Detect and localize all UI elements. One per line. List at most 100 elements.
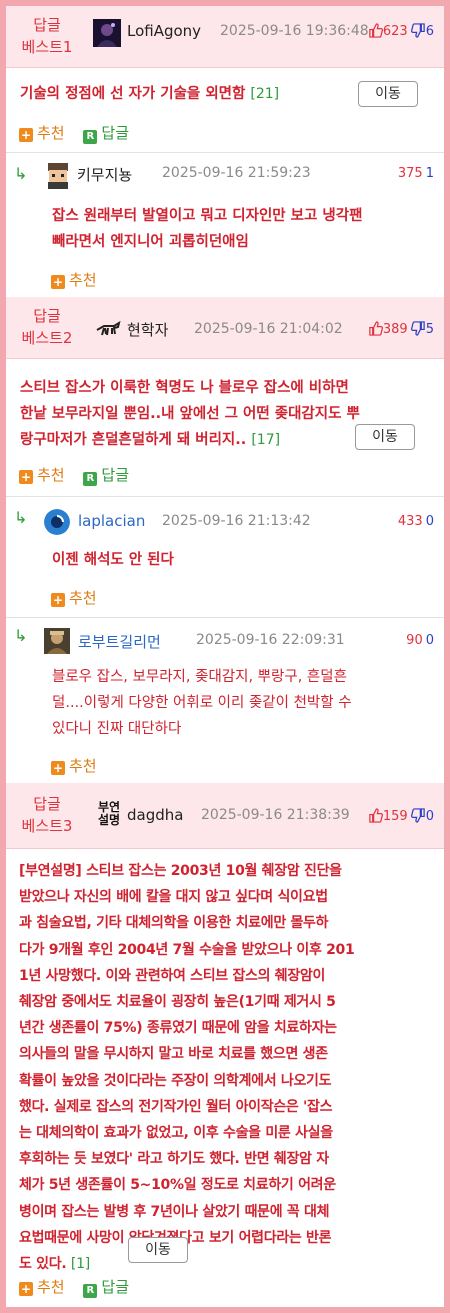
post-date: 2025-09-16 22:09:31 xyxy=(196,632,345,648)
upvote-count[interactable]: 389 xyxy=(368,321,408,337)
recommend-button[interactable]: + 추천 xyxy=(19,466,65,484)
post-date: 2025-09-16 21:04:02 xyxy=(194,321,343,337)
reply1-actions: + 추천 xyxy=(51,269,97,290)
reply-arrow-icon: ↳ xyxy=(14,626,28,645)
move-button[interactable]: 이동 xyxy=(128,1237,188,1263)
vote-counts: 623 6 xyxy=(368,23,434,39)
upvote-count[interactable]: 159 xyxy=(368,808,408,824)
plus-icon: + xyxy=(19,128,33,142)
best1-rank-badge: 답글 베스트1 xyxy=(14,14,80,58)
best3-header: 답글 베스트3 부연 설명 dagdha 2025-09-16 21:38:39… xyxy=(6,783,444,849)
avatar[interactable]: 부연 설명 xyxy=(94,801,124,831)
plus-icon: + xyxy=(19,1282,33,1296)
rank-line-2: 베스트2 xyxy=(21,329,73,347)
best1-actions: + 추천 R 답글 xyxy=(19,122,129,144)
comment-line: 1년 사망했다. 이와 관련하여 스티브 잡스의 췌장암이 xyxy=(19,967,326,984)
comment-count: [1] xyxy=(70,1256,90,1273)
best3-actions: + 추천 R 답글 xyxy=(19,1276,129,1298)
avatar[interactable] xyxy=(44,509,70,535)
post-date: 2025-09-16 21:13:42 xyxy=(162,513,311,529)
avatar[interactable] xyxy=(44,161,72,189)
upvote-count[interactable]: 375 xyxy=(398,166,423,181)
thumbs-up-icon xyxy=(369,321,383,336)
post-date: 2025-09-16 21:38:39 xyxy=(201,807,350,823)
post-date: 2025-09-16 21:59:23 xyxy=(162,165,311,181)
comment-count: [17] xyxy=(251,432,281,448)
plus-icon: + xyxy=(19,470,33,484)
comment-line: 이젠 해석도 안 된다 xyxy=(52,552,174,568)
comment-line: 받았으나 자신의 배에 칼을 대지 않고 싶다며 식이요법 xyxy=(19,889,328,906)
comment-line: [부연설명] 스티브 잡스는 2003년 10월 췌장암 진단을 xyxy=(19,863,342,879)
reply2-body: 이젠 해석도 안 된다 xyxy=(52,547,442,573)
downvote-count[interactable]: 1 xyxy=(426,166,434,181)
reply-arrow-icon: ↳ xyxy=(14,164,28,183)
username[interactable]: dagdha xyxy=(127,806,183,824)
rank-line-1: 답글 xyxy=(33,307,61,325)
vote-counts: 433 0 xyxy=(398,514,434,529)
plus-icon: + xyxy=(51,593,65,607)
reply-button[interactable]: R 답글 xyxy=(83,466,129,486)
recommend-button[interactable]: + 추천 xyxy=(19,1278,65,1296)
comment-line: 다가 9개월 후인 2004년 7월 수술을 받았으나 이후 201 xyxy=(19,941,355,958)
upvote-count[interactable]: 623 xyxy=(368,23,408,39)
reply-button[interactable]: R 답글 xyxy=(83,124,129,144)
username[interactable]: 로부트길리먼 xyxy=(78,631,161,652)
plus-icon: + xyxy=(51,275,65,289)
reply-arrow-icon: ↳ xyxy=(14,508,28,527)
comment-line: 잡스 원래부터 발열이고 뭐고 디자인만 보고 냉각팬 xyxy=(52,208,363,224)
best2-actions: + 추천 R 답글 xyxy=(19,464,129,486)
comment-line: 의사들의 말을 무시하지 말고 바로 치료를 했으면 생존 xyxy=(19,1046,328,1063)
comment-line: 과 침술요법, 기타 대체의학을 이용한 치료에만 몰두하 xyxy=(19,915,329,932)
avatar[interactable] xyxy=(94,314,122,342)
rank-line-2: 베스트1 xyxy=(21,38,73,56)
recommend-button[interactable]: + 추천 xyxy=(51,757,97,775)
avatar[interactable] xyxy=(93,19,121,47)
downvote-count[interactable]: 0 xyxy=(426,633,434,648)
post-date: 2025-09-16 19:36:48 xyxy=(220,23,369,39)
upvote-count[interactable]: 90 xyxy=(406,633,423,648)
vote-counts: 389 5 xyxy=(368,321,434,337)
divider xyxy=(6,496,444,497)
comment-line: 체가 5년 생존률이 5~10%일 정도로 치료하기 어려운 xyxy=(19,1177,336,1194)
avatar[interactable] xyxy=(44,628,70,654)
comment-count: [21] xyxy=(250,86,280,102)
rank-line-2: 베스트3 xyxy=(21,817,73,835)
downvote-count[interactable]: 0 xyxy=(410,808,434,824)
username[interactable]: 현학자 xyxy=(127,319,168,340)
recommend-button[interactable]: + 추천 xyxy=(19,124,65,142)
comment-line: 년간 생존률이 75%) 종류였기 때문에 암을 치료하자는 xyxy=(19,1020,337,1037)
best2-rank-badge: 답글 베스트2 xyxy=(14,305,80,349)
username[interactable]: LofiAgony xyxy=(127,22,201,40)
comment-list: 답글 베스트1 LofiAgony 2025-09-16 19:36:48 62… xyxy=(6,6,444,1307)
thumbs-down-icon xyxy=(410,808,425,823)
reply-button[interactable]: R 답글 xyxy=(83,1278,129,1298)
upvote-count[interactable]: 433 xyxy=(398,514,423,529)
downvote-count[interactable]: 0 xyxy=(426,514,434,529)
rank-line-1: 답글 xyxy=(33,795,61,813)
move-button[interactable]: 이동 xyxy=(355,424,415,450)
comment-line: 스티브 잡스가 이룩한 혁명도 나 블로우 잡스에 비하면 xyxy=(20,380,349,396)
reply2-actions: + 추천 xyxy=(51,587,97,608)
comment-line: 랑구마저가 흔덜흔덜하게 돼 버리지.. xyxy=(20,432,247,448)
comment-text: 기술의 정점에 선 자가 기술을 외면함 xyxy=(20,86,246,102)
divider xyxy=(6,617,444,618)
reply3-actions: + 추천 xyxy=(51,755,97,776)
reply3-body: 블로우 잡스, 보무라지, 좆대감지, 뿌랑구, 흔덜흔 덜....이렇게 다양… xyxy=(52,664,442,742)
plus-icon: + xyxy=(51,761,65,775)
comment-line: 있다니 진짜 대단하다 xyxy=(52,721,182,737)
reply2-header: ↳ laplacian 2025-09-16 21:13:42 433 0 xyxy=(6,501,444,536)
username[interactable]: laplacian xyxy=(78,512,145,530)
downvote-count[interactable]: 6 xyxy=(410,23,434,39)
comment-line: 요법때문에 사망이 앞당겨졌다고 보기 어렵다라는 반론 xyxy=(19,1229,332,1246)
comment-line: 도 있다. xyxy=(19,1256,67,1273)
best3-comment-body: [부연설명] 스티브 잡스는 2003년 10월 췌장암 진단을 받았으나 자신… xyxy=(19,858,444,1277)
move-button[interactable]: 이동 xyxy=(358,81,418,107)
reply-icon: R xyxy=(83,130,98,144)
comment-line: 블로우 잡스, 보무라지, 좆대감지, 뿌랑구, 흔덜흔 xyxy=(52,669,347,685)
username[interactable]: 키무지뇽 xyxy=(77,164,132,185)
recommend-button[interactable]: + 추천 xyxy=(51,271,97,289)
comment-line: 는 대체의학이 효과가 없었고, 이후 수술을 미룬 사실을 xyxy=(19,1125,333,1142)
recommend-button[interactable]: + 추천 xyxy=(51,589,97,607)
vote-counts: 159 0 xyxy=(368,808,434,824)
downvote-count[interactable]: 5 xyxy=(410,321,434,337)
